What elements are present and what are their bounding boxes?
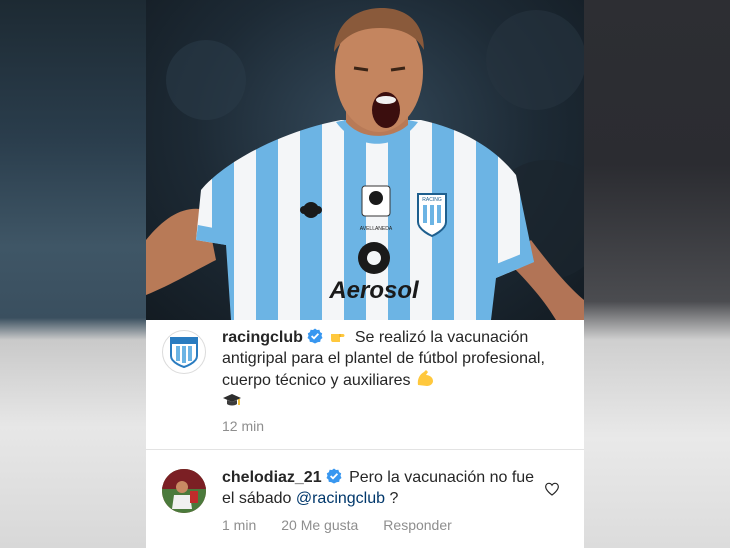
post-card: racingclub Se realizó la vacunación anti… bbox=[146, 320, 584, 548]
racingclub-avatar[interactable] bbox=[162, 330, 206, 374]
comment-meta: 1 min 20 Me gusta Responder bbox=[222, 516, 452, 534]
backhand-index-pointing-right-emoji bbox=[331, 334, 345, 342]
sponsor-text: Aerosol bbox=[328, 277, 420, 304]
post-caption: racingclub Se realizó la vacunación anti… bbox=[222, 327, 572, 412]
svg-text:RACING: RACING bbox=[422, 197, 442, 203]
post-photo[interactable]: AVELLANEDA RACING Aerosol bbox=[146, 0, 584, 320]
comment-likes[interactable]: 20 Me gusta bbox=[281, 516, 358, 534]
divider bbox=[146, 449, 584, 450]
post-time: 12 min bbox=[222, 418, 265, 434]
league-patch: AVELLANEDA bbox=[360, 185, 393, 232]
racing-crest-icon bbox=[170, 337, 198, 368]
chelodiaz-avatar[interactable] bbox=[162, 469, 206, 513]
comment-time: 1 min bbox=[222, 517, 257, 533]
verified-badge-icon bbox=[326, 468, 342, 484]
racing-crest: RACING bbox=[417, 193, 447, 238]
graduation-cap-emoji bbox=[223, 394, 241, 406]
svg-text:AVELLANEDA: AVELLANEDA bbox=[360, 226, 393, 232]
blurred-background-right bbox=[584, 0, 730, 548]
comment-text-block: chelodiaz_21 Pero la vacunación no fue e… bbox=[222, 467, 542, 509]
post-username[interactable]: racingclub bbox=[222, 329, 303, 346]
verified-badge-icon bbox=[307, 328, 323, 344]
comment-username[interactable]: chelodiaz_21 bbox=[222, 469, 322, 486]
flexed-biceps-emoji bbox=[417, 370, 433, 386]
reply-button[interactable]: Responder bbox=[383, 516, 452, 534]
sponsor-flower-logo bbox=[358, 242, 390, 274]
comment-mention[interactable]: @racingclub bbox=[296, 490, 385, 507]
comment-suffix: ? bbox=[385, 490, 399, 507]
heart-outline-icon[interactable] bbox=[544, 481, 560, 497]
blurred-background-left bbox=[0, 0, 146, 548]
